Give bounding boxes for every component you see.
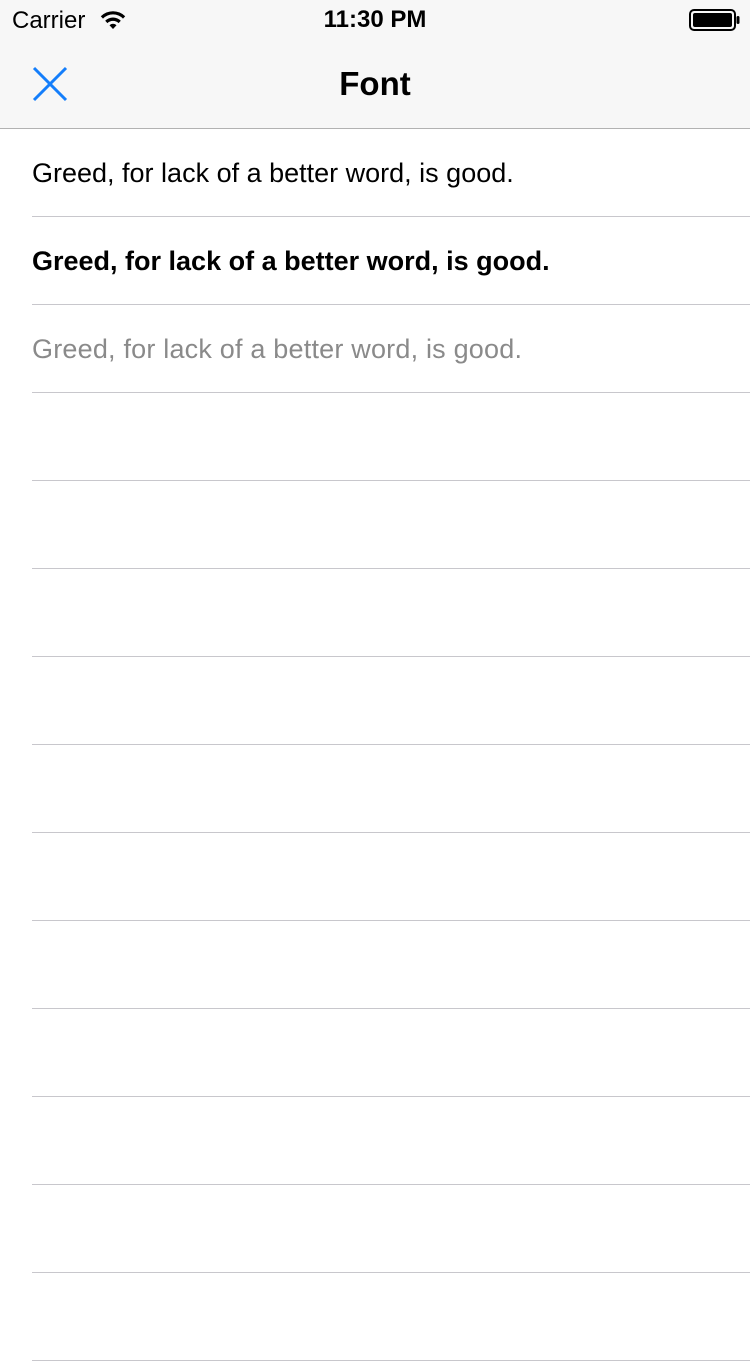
- font-row-regular[interactable]: Greed, for lack of a better word, is goo…: [0, 129, 750, 217]
- empty-row[interactable]: [0, 921, 750, 1009]
- empty-row[interactable]: [0, 1185, 750, 1273]
- status-bar: Carrier 11:30 PM: [0, 0, 750, 40]
- empty-row[interactable]: [0, 833, 750, 921]
- status-time: 11:30 PM: [323, 6, 427, 33]
- battery-icon: [689, 9, 740, 31]
- empty-row[interactable]: [0, 393, 750, 481]
- empty-row[interactable]: [0, 481, 750, 569]
- navigation-bar: Font: [0, 40, 750, 129]
- empty-row[interactable]: [0, 569, 750, 657]
- page-title: Font: [339, 65, 411, 102]
- empty-row[interactable]: [0, 1097, 750, 1185]
- empty-row[interactable]: [0, 1009, 750, 1097]
- close-button[interactable]: [22, 56, 78, 112]
- font-list: Greed, for lack of a better word, is goo…: [0, 129, 750, 1361]
- font-row-light[interactable]: Greed, for lack of a better word, is goo…: [0, 305, 750, 393]
- font-row-bold[interactable]: Greed, for lack of a better word, is goo…: [0, 217, 750, 305]
- empty-row[interactable]: [0, 745, 750, 833]
- close-icon: [32, 66, 68, 102]
- empty-row[interactable]: [0, 657, 750, 745]
- empty-row[interactable]: [0, 1273, 750, 1361]
